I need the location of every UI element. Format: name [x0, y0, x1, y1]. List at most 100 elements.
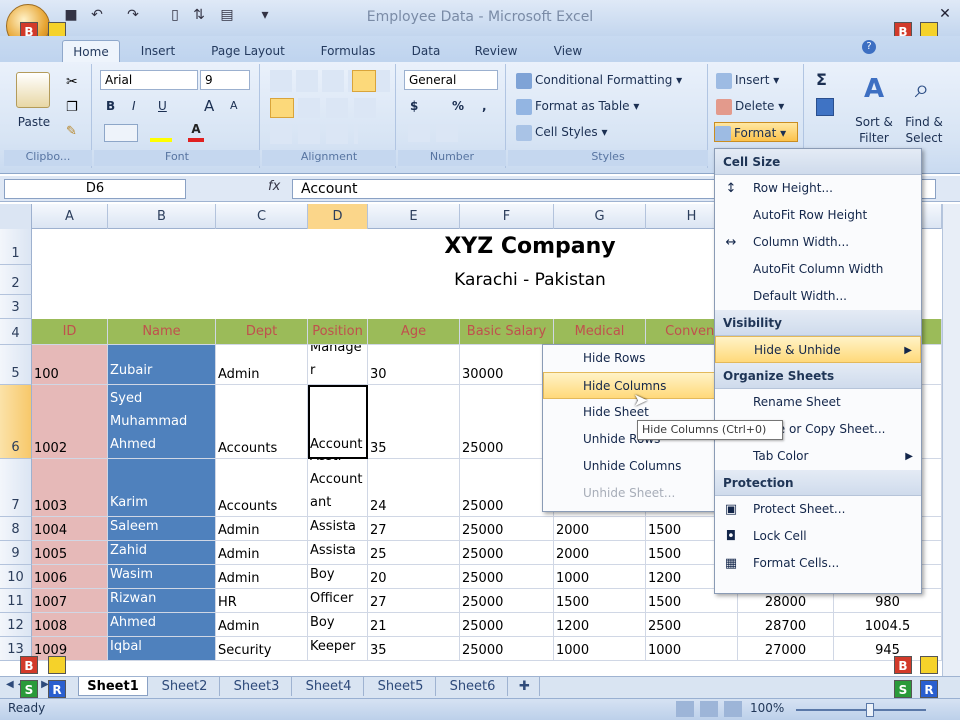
insert-button[interactable]: Insert ▾ — [716, 70, 800, 90]
number-format-select[interactable]: General — [404, 70, 498, 90]
row-header[interactable]: 1 — [0, 229, 32, 265]
decimal-icons[interactable] — [408, 124, 460, 142]
zoom-level[interactable]: 100% — [750, 701, 784, 715]
shrink-font-button[interactable]: A — [230, 96, 246, 116]
data-cell-medical[interactable]: 2000 — [554, 541, 646, 565]
autofit-column-width-item[interactable]: AutoFit Column Width — [715, 256, 921, 283]
fx-icon[interactable]: fx — [268, 179, 290, 199]
align-icons[interactable] — [298, 98, 378, 118]
data-cell-age[interactable]: 27 — [368, 517, 460, 541]
unhide-columns-item[interactable]: Unhide Columns — [543, 453, 717, 480]
new-icon[interactable]: ▯ — [166, 6, 184, 24]
underline-button[interactable]: U — [158, 96, 174, 116]
sheet-tab[interactable]: Sheet2 — [150, 677, 220, 696]
select-all-button[interactable] — [0, 204, 32, 229]
fill-icon[interactable] — [816, 98, 834, 116]
format-cells-item[interactable]: ▦ Format Cells... — [715, 550, 921, 577]
percent-button[interactable]: % — [452, 96, 468, 116]
tab-data[interactable]: Data — [402, 40, 450, 62]
data-cell-salary[interactable]: 25000 — [460, 517, 554, 541]
row-header[interactable]: 12 — [0, 613, 32, 637]
data-cell-medical[interactable]: 1000 — [554, 637, 646, 661]
cell-styles-button[interactable]: Cell Styles ▾ — [516, 122, 704, 142]
data-cell-medical[interactable]: 1000 — [554, 565, 646, 589]
view-buttons-icon[interactable] — [676, 701, 742, 717]
data-cell-position[interactable]: Boy — [308, 613, 368, 637]
data-cell-age[interactable]: 24 — [368, 459, 460, 517]
row-header[interactable]: 5 — [0, 345, 32, 385]
column-header-g[interactable]: G — [554, 204, 646, 229]
wrap-text-icon[interactable] — [352, 70, 376, 92]
data-cell-age[interactable]: 30 — [368, 345, 460, 385]
autosum-button[interactable]: Σ — [816, 70, 836, 90]
row-height-item[interactable]: ↕ Row Height... — [715, 175, 921, 202]
comma-button[interactable]: , — [482, 96, 494, 116]
tab-home[interactable]: Home — [62, 40, 120, 62]
data-cell-name[interactable]: Karim — [108, 459, 216, 517]
tab-formulas[interactable]: Formulas — [310, 40, 386, 62]
tab-view[interactable]: View — [540, 40, 596, 62]
data-cell-i[interactable]: 27000 — [738, 637, 834, 661]
data-cell-salary[interactable]: 25000 — [460, 541, 554, 565]
data-cell-position[interactable]: Assista — [308, 517, 368, 541]
data-cell-salary[interactable]: 30000 — [460, 345, 554, 385]
data-cell-name[interactable]: Iqbal — [108, 637, 216, 661]
sort-filter-icon[interactable]: A — [858, 74, 890, 108]
data-cell-dept[interactable]: Admin — [216, 565, 308, 589]
data-cell-dept[interactable]: Security — [216, 637, 308, 661]
hide-unhide-item[interactable]: Hide & Unhide ▶ — [715, 336, 921, 363]
header-cell[interactable]: Basic Salary — [460, 319, 554, 345]
data-cell-position[interactable]: Assista — [308, 541, 368, 565]
data-cell-age[interactable]: 20 — [368, 565, 460, 589]
data-cell-position[interactable]: Asst. Account ant — [308, 459, 368, 517]
data-cell-id[interactable]: 1008 — [32, 613, 108, 637]
data-cell-salary[interactable]: 25000 — [460, 565, 554, 589]
column-header-c[interactable]: C — [216, 204, 308, 229]
row-header[interactable]: 7 — [0, 459, 32, 517]
close-icon[interactable]: ✕ — [936, 6, 954, 24]
data-cell-i[interactable]: 28700 — [738, 613, 834, 637]
default-width-item[interactable]: Default Width... — [715, 283, 921, 310]
column-header-f[interactable]: F — [460, 204, 554, 229]
data-cell-position[interactable]: Officer — [308, 589, 368, 613]
font-name-select[interactable]: Arial — [100, 70, 198, 90]
sheet-tab[interactable]: Sheet5 — [366, 677, 436, 696]
data-cell-id[interactable]: 100 — [32, 345, 108, 385]
data-cell-position[interactable]: Account — [308, 385, 368, 459]
grow-font-button[interactable]: A — [204, 96, 220, 116]
data-cell-dept[interactable]: Accounts — [216, 385, 308, 459]
filter-label[interactable]: Filter — [852, 128, 896, 148]
cut-icon[interactable]: ✂ — [66, 74, 78, 90]
data-cell-id[interactable]: 1005 — [32, 541, 108, 565]
format-as-table-button[interactable]: Format as Table ▾ — [516, 96, 704, 116]
qat-dropdown-icon[interactable]: ▾ — [256, 6, 274, 24]
hide-columns-item[interactable]: Hide Columns — [543, 372, 717, 399]
paste-icon[interactable] — [16, 72, 50, 108]
font-color-icon[interactable]: A — [188, 122, 204, 142]
select-label[interactable]: Select — [900, 128, 948, 148]
font-size-select[interactable]: 9 — [200, 70, 250, 90]
borders-icon[interactable] — [104, 124, 138, 142]
header-cell[interactable]: Dept — [216, 319, 308, 345]
data-cell-salary[interactable]: 25000 — [460, 385, 554, 459]
data-cell-name[interactable]: Zubair — [108, 345, 216, 385]
data-cell-medical[interactable]: 2000 — [554, 517, 646, 541]
column-header-d[interactable]: D — [308, 204, 368, 229]
data-cell-name[interactable]: Saleem — [108, 517, 216, 541]
data-cell-position[interactable]: Keeper — [308, 637, 368, 661]
header-cell[interactable]: Position — [308, 319, 368, 345]
data-cell-name[interactable]: Zahid — [108, 541, 216, 565]
fill-color-icon[interactable] — [150, 124, 172, 142]
data-cell-age[interactable]: 35 — [368, 637, 460, 661]
data-cell-age[interactable]: 21 — [368, 613, 460, 637]
header-cell[interactable]: Age — [368, 319, 460, 345]
insert-sheet-icon[interactable]: ✚ — [510, 677, 540, 696]
data-cell-dept[interactable]: Admin — [216, 345, 308, 385]
delete-button[interactable]: Delete ▾ — [716, 96, 800, 116]
data-cell-age[interactable]: 25 — [368, 541, 460, 565]
sheet-tab[interactable]: Sheet4 — [294, 677, 364, 696]
header-cell[interactable]: ID — [32, 319, 108, 345]
data-cell-id[interactable]: 1003 — [32, 459, 108, 517]
autofit-row-height-item[interactable]: AutoFit Row Height — [715, 202, 921, 229]
rename-sheet-item[interactable]: Rename Sheet — [715, 389, 921, 416]
